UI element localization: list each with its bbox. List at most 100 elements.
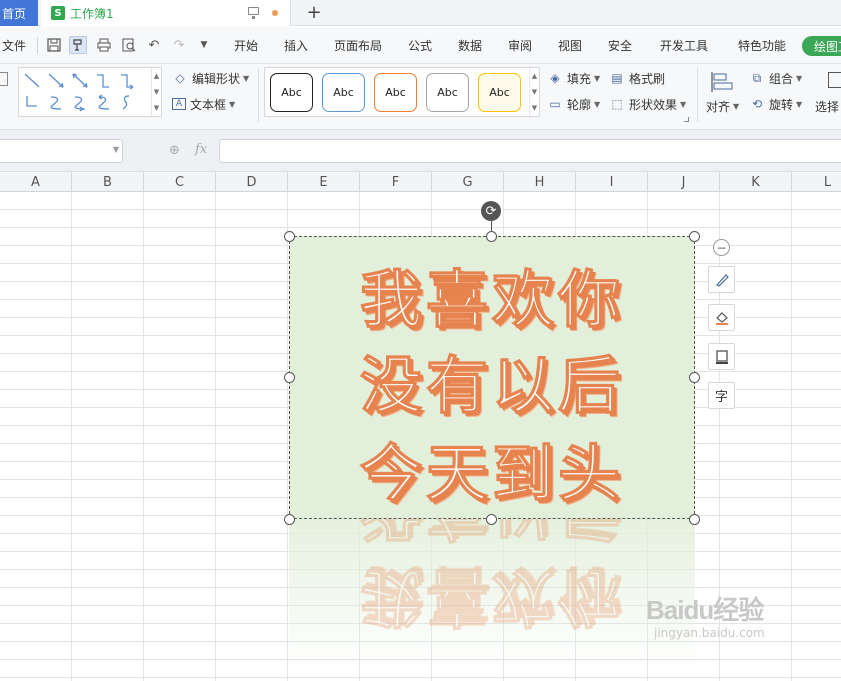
style-swatch-3[interactable]: Abc bbox=[374, 73, 417, 112]
group-button[interactable]: ⧉ 组合 ▼ bbox=[749, 68, 802, 88]
monitor-icon[interactable] bbox=[248, 7, 259, 19]
redo-icon[interactable]: ↷ bbox=[170, 36, 188, 54]
menu-file[interactable]: 文件 bbox=[2, 27, 26, 64]
reflection-line-2: 没有以后 bbox=[289, 519, 695, 562]
select-button[interactable]: 选择 bbox=[815, 96, 839, 116]
text-shape[interactable]: 我喜欢你 没有以后 今天到头 bbox=[289, 236, 695, 519]
menu-file-label: 文件 bbox=[2, 39, 27, 53]
column-header-g[interactable]: G bbox=[432, 172, 504, 192]
rotate-button[interactable]: ⟲ 旋转 ▼ bbox=[749, 94, 802, 114]
align-icon[interactable] bbox=[710, 70, 734, 94]
unsaved-dot-icon bbox=[272, 10, 278, 16]
connector-shape-gallery[interactable]: ▲ ▼ ▼ bbox=[18, 67, 162, 117]
resize-handle-bottom-right[interactable] bbox=[689, 514, 700, 525]
gallery-scroll[interactable]: ▲ ▼ ▼ bbox=[151, 68, 161, 116]
collapse-toolbar-icon[interactable]: − bbox=[713, 239, 730, 256]
name-box[interactable]: ▼ bbox=[0, 139, 123, 163]
menu-special[interactable]: 特色功能 bbox=[738, 27, 786, 64]
selection-pane-icon[interactable] bbox=[828, 72, 841, 88]
spreadsheet-logo-icon: S bbox=[51, 6, 65, 20]
reflection-inner: 我喜欢你 没有以后 今天到头 bbox=[289, 519, 695, 660]
align-label: 对齐 bbox=[706, 99, 731, 114]
print-preview-icon[interactable] bbox=[120, 36, 138, 54]
shape-text-line-3[interactable]: 今天到头 bbox=[290, 423, 694, 513]
menu-bar: 文件 ↶ ↷ ▼ 开始 插入 页面布局 公式 数据 审阅 视图 安全 开发工具 … bbox=[0, 27, 841, 64]
shape-text-line-1[interactable]: 我喜欢你 bbox=[290, 249, 694, 339]
shape-style-gallery[interactable]: Abc Abc Abc Abc Abc ▲ ▼ ▼ bbox=[264, 67, 540, 117]
resize-handle-top-left[interactable] bbox=[284, 231, 295, 242]
swatch-label: Abc bbox=[385, 86, 406, 99]
menu-page-layout[interactable]: 页面布局 bbox=[334, 27, 382, 64]
undo-icon[interactable]: ↶ bbox=[145, 36, 163, 54]
menu-formula[interactable]: 公式 bbox=[408, 27, 432, 64]
column-header-h[interactable]: H bbox=[504, 172, 576, 192]
rotate-handle-icon[interactable]: ⟳ bbox=[481, 201, 501, 221]
watermark-url: jingyan.baidu.com bbox=[654, 626, 765, 640]
outline-icon: ▭ bbox=[549, 97, 561, 111]
chevron-down-icon[interactable]: ▼ bbox=[113, 145, 119, 154]
resize-handle-left[interactable] bbox=[284, 372, 295, 383]
group-label: 组合 bbox=[769, 71, 794, 86]
more-icon[interactable]: ▼ bbox=[195, 36, 213, 54]
reflection-line-1: 我喜欢你 bbox=[359, 560, 624, 634]
resize-handle-bottom-left[interactable] bbox=[284, 514, 295, 525]
fill-bucket-icon[interactable] bbox=[708, 304, 735, 331]
save-icon[interactable] bbox=[45, 36, 63, 54]
column-header-k[interactable]: K bbox=[720, 172, 792, 192]
tab-workbook[interactable]: S 工作簿1 bbox=[41, 0, 291, 26]
format-painter-label: 格式刷 bbox=[629, 71, 666, 86]
resize-handle-top-right[interactable] bbox=[689, 231, 700, 242]
align-button[interactable]: 对齐 ▼ bbox=[706, 96, 739, 116]
menu-start[interactable]: 开始 bbox=[234, 27, 258, 64]
formula-input[interactable] bbox=[219, 139, 841, 163]
new-tab-plus-icon[interactable]: + bbox=[303, 1, 325, 23]
rect-shape-icon[interactable] bbox=[0, 72, 8, 86]
style-swatch-4[interactable]: Abc bbox=[426, 73, 469, 112]
pen-icon[interactable] bbox=[708, 266, 735, 293]
menu-developer[interactable]: 开发工具 bbox=[660, 27, 708, 64]
column-header-b[interactable]: B bbox=[72, 172, 144, 192]
divider bbox=[697, 68, 698, 122]
column-header-e[interactable]: E bbox=[288, 172, 360, 192]
tab-drawing-tools-label: 绘图工具 bbox=[814, 39, 841, 54]
menu-security[interactable]: 安全 bbox=[608, 27, 632, 64]
resize-handle-right[interactable] bbox=[689, 372, 700, 383]
column-header-f[interactable]: F bbox=[360, 172, 432, 192]
column-header-d[interactable]: D bbox=[216, 172, 288, 192]
menu-insert[interactable]: 插入 bbox=[284, 27, 308, 64]
resize-handle-top[interactable] bbox=[486, 231, 497, 242]
fill-button[interactable]: ◈ 填充 ▼ bbox=[547, 68, 600, 88]
connector-shapes-icon[interactable] bbox=[19, 68, 153, 116]
column-header-i[interactable]: I bbox=[576, 172, 648, 192]
dialog-launcher-icon[interactable] bbox=[684, 117, 689, 122]
outline-label: 轮廓 bbox=[567, 97, 592, 112]
column-header-c[interactable]: C bbox=[144, 172, 216, 192]
swatch-label: Abc bbox=[333, 86, 354, 99]
fx-icon[interactable]: fx bbox=[195, 142, 207, 157]
column-header-j[interactable]: J bbox=[648, 172, 720, 192]
tab-home[interactable]: 首页 bbox=[0, 0, 38, 26]
print-icon[interactable] bbox=[95, 36, 113, 54]
menu-data[interactable]: 数据 bbox=[458, 27, 482, 64]
style-swatch-5[interactable]: Abc bbox=[478, 73, 521, 112]
column-header-a[interactable]: A bbox=[0, 172, 72, 192]
text-wrap-icon[interactable]: 字 bbox=[708, 382, 735, 409]
format-painter-button[interactable]: ▤ 格式刷 bbox=[609, 68, 665, 88]
shape-effects-button[interactable]: ⬚ 形状效果 ▼ bbox=[609, 94, 686, 114]
style-swatch-2[interactable]: Abc bbox=[322, 73, 365, 112]
menu-review[interactable]: 审阅 bbox=[508, 27, 532, 64]
format-painter-icon[interactable] bbox=[69, 36, 87, 54]
tab-drawing-tools[interactable]: 绘图工具 bbox=[802, 36, 841, 56]
gallery-scroll[interactable]: ▲ ▼ ▼ bbox=[529, 68, 539, 116]
style-swatch-1[interactable]: Abc bbox=[270, 73, 313, 112]
text-box-button[interactable]: A 文本框 ▼ bbox=[172, 94, 235, 114]
zoom-icon[interactable]: ⊕ bbox=[169, 143, 180, 158]
resize-handle-bottom[interactable] bbox=[486, 514, 497, 525]
column-header-l[interactable]: L bbox=[792, 172, 841, 192]
edit-shape-button[interactable]: ◇ 编辑形状 ▼ bbox=[172, 68, 249, 88]
outline-button[interactable]: ▭ 轮廓 ▼ bbox=[547, 94, 600, 114]
shape-text-line-2[interactable]: 没有以后 bbox=[290, 335, 694, 425]
menu-view[interactable]: 视图 bbox=[558, 27, 582, 64]
divider bbox=[258, 68, 259, 122]
outline-icon[interactable] bbox=[708, 343, 735, 370]
